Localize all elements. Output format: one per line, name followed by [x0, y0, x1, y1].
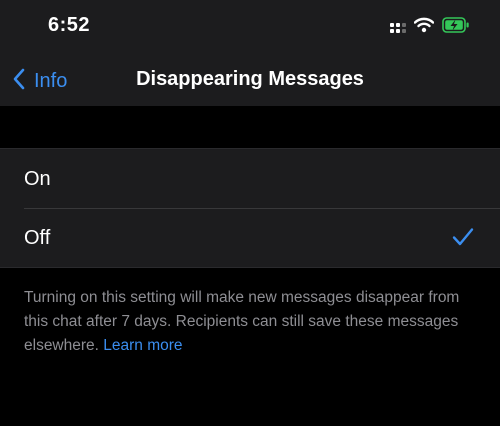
status-icons [390, 17, 470, 38]
option-label: Off [24, 227, 51, 249]
battery-charging-icon [442, 17, 470, 38]
option-on[interactable]: On [0, 149, 500, 208]
status-time: 6:52 [48, 14, 91, 36]
navigation-bar: Info Disappearing Messages [0, 56, 500, 106]
section-spacer [0, 106, 500, 148]
options-group: On Off [0, 148, 500, 268]
cellular-signal-icon [390, 22, 406, 33]
option-label: On [24, 168, 51, 190]
checkmark-icon [452, 227, 474, 247]
option-off[interactable]: Off [0, 208, 500, 267]
wifi-icon [413, 17, 435, 38]
footer-note: Turning on this setting will make new me… [24, 286, 478, 358]
page-title: Disappearing Messages [136, 68, 364, 90]
footer-text: Turning on this setting will make new me… [24, 289, 460, 354]
learn-more-link[interactable]: Learn more [103, 337, 182, 354]
status-bar: 6:52 [0, 0, 500, 56]
